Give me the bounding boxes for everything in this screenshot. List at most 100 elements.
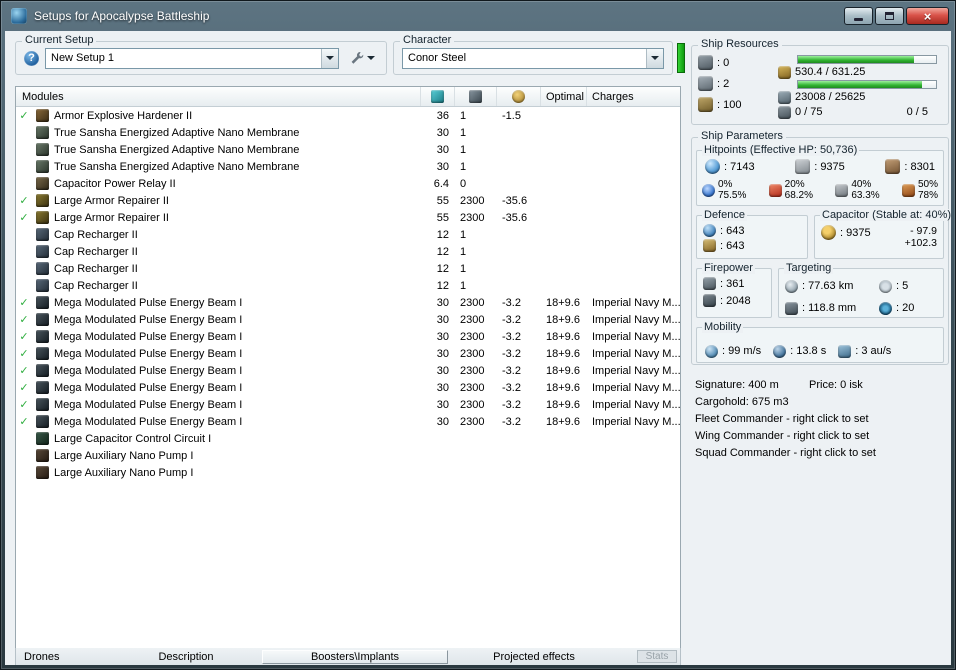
active-check-icon: ✓ [19, 212, 29, 224]
tab-drones[interactable]: Drones [16, 651, 112, 663]
module-charges-value: Imperial Navy M... [592, 415, 680, 428]
module-cpu-value: 12 [436, 262, 449, 275]
defence-group: Defence : 643 : 643 [696, 209, 808, 259]
close-button[interactable]: × [906, 7, 949, 25]
shield-recharge-icon [703, 224, 716, 237]
em-armor-resist: 75.5% [718, 190, 747, 201]
module-row[interactable]: Capacitor Power Relay II 6.4 0 [16, 175, 680, 192]
column-cpu[interactable] [420, 87, 454, 106]
hull-hp-value: : 8301 [904, 160, 935, 173]
capacitor-label: Capacitor (Stable at: 40%) [820, 209, 951, 221]
launcher-hardpoints-icon [698, 76, 713, 91]
wing-commander-hint[interactable]: Wing Commander - right click to set [695, 428, 945, 445]
chevron-down-icon [651, 56, 659, 60]
module-row[interactable]: True Sansha Energized Adaptive Nano Memb… [16, 158, 680, 175]
minimize-button[interactable] [844, 7, 873, 25]
setup-dropdown-button[interactable] [321, 48, 338, 68]
calibration-icon [698, 97, 713, 112]
character-label: Character [400, 34, 455, 46]
cpu-bar [797, 55, 937, 64]
column-modules[interactable]: Modules [16, 87, 420, 106]
ship-parameters-label: Ship Parameters [698, 130, 786, 142]
module-icon [32, 466, 52, 479]
tab-projected-effects[interactable]: Projected effects [450, 651, 618, 663]
column-charges[interactable]: Charges [586, 87, 680, 106]
chevron-down-icon [326, 56, 334, 60]
module-row[interactable]: ✓ Large Armor Repairer II 55 2300 -35.6 [16, 209, 680, 226]
module-powergrid-value: 2300 [460, 415, 485, 428]
module-row[interactable]: True Sansha Energized Adaptive Nano Memb… [16, 141, 680, 158]
column-capacitor[interactable] [496, 87, 540, 106]
defence-label: Defence [702, 209, 747, 221]
module-row[interactable]: Cap Recharger II 12 1 [16, 226, 680, 243]
module-row[interactable]: ✓ Mega Modulated Pulse Energy Beam I 30 … [16, 294, 680, 311]
tab-boosters-implants[interactable]: Boosters\Implants [262, 649, 448, 664]
mobility-group: Mobility : 99 m/s : 13.8 s : 3 au/s [696, 321, 944, 363]
module-row[interactable]: Large Auxiliary Nano Pump I [16, 447, 680, 464]
module-cpu-value: 30 [436, 415, 449, 428]
module-row[interactable]: ✓ Mega Modulated Pulse Energy Beam I 30 … [16, 362, 680, 379]
module-cpu-value: 12 [436, 245, 449, 258]
powergrid-bar-fill [798, 81, 923, 88]
module-icon [32, 279, 52, 292]
tab-description[interactable]: Description [112, 651, 260, 663]
maximize-icon [885, 12, 894, 20]
bottom-tab-bar: Drones Description Boosters\Implants Pro… [15, 648, 681, 665]
module-row[interactable]: ✓ Mega Modulated Pulse Energy Beam I 30 … [16, 345, 680, 362]
character-dropdown-button[interactable] [646, 48, 663, 68]
module-row[interactable]: ✓ Armor Explosive Hardener II 36 1 -1.5 [16, 107, 680, 124]
module-name: Large Auxiliary Nano Pump I [54, 466, 194, 479]
capacitor-amount: : 9375 [840, 226, 871, 239]
align-time-value: : 13.8 s [790, 345, 827, 357]
squad-commander-hint[interactable]: Squad Commander - right click to set [695, 445, 945, 462]
module-row[interactable]: Large Capacitor Control Circuit I [16, 430, 680, 447]
module-name: Cap Recharger II [54, 228, 138, 241]
column-optimal[interactable]: Optimal [540, 87, 586, 106]
module-row[interactable]: ✓ Mega Modulated Pulse Energy Beam I 30 … [16, 413, 680, 430]
setup-select[interactable]: New Setup 1 [45, 47, 339, 69]
module-charges-value: Imperial Navy M... [592, 398, 680, 411]
module-name: Mega Modulated Pulse Energy Beam I [54, 330, 243, 343]
drone-bay-icon [778, 105, 791, 119]
fleet-commander-hint[interactable]: Fleet Commander - right click to set [695, 411, 945, 428]
module-row[interactable]: Large Auxiliary Nano Pump I [16, 464, 680, 481]
module-row[interactable]: True Sansha Energized Adaptive Nano Memb… [16, 124, 680, 141]
module-row[interactable]: ✓ Mega Modulated Pulse Energy Beam I 30 … [16, 396, 680, 413]
cpu-bar-fill [798, 56, 914, 63]
module-row[interactable]: Cap Recharger II 12 1 [16, 277, 680, 294]
maximize-button[interactable] [875, 7, 904, 25]
close-icon: × [923, 8, 932, 24]
module-row[interactable]: Cap Recharger II 12 1 [16, 260, 680, 277]
active-check-icon: ✓ [19, 331, 29, 343]
module-icon [32, 381, 52, 394]
character-skill-indicator [677, 43, 685, 73]
module-row[interactable]: ✓ Large Armor Repairer II 55 2300 -35.6 [16, 192, 680, 209]
stats-button-disabled: Stats [637, 650, 677, 663]
module-row[interactable]: ✓ Mega Modulated Pulse Energy Beam I 30 … [16, 311, 680, 328]
character-select[interactable]: Conor Steel [402, 47, 664, 69]
module-optimal-value: 18+9.6 [546, 330, 580, 343]
module-optimal-value: 18+9.6 [546, 347, 580, 360]
module-optimal-value: 18+9.6 [546, 381, 580, 394]
module-row[interactable]: ✓ Mega Modulated Pulse Energy Beam I 30 … [16, 379, 680, 396]
module-row[interactable]: Cap Recharger II 12 1 [16, 243, 680, 260]
module-powergrid-value: 2300 [460, 313, 485, 326]
active-check-icon: ✓ [19, 195, 29, 207]
thermal-shield-resist: 20% [784, 179, 805, 190]
title-bar[interactable]: Setups for Apocalypse Battleship × [1, 1, 955, 31]
setup-tools-button[interactable] [345, 48, 378, 68]
module-row[interactable]: ✓ Mega Modulated Pulse Energy Beam I 30 … [16, 328, 680, 345]
column-powergrid[interactable] [454, 87, 496, 106]
module-icon [32, 432, 52, 445]
em-shield-resist: 0% [718, 179, 733, 190]
powergrid-icon [469, 90, 482, 103]
module-icon [32, 449, 52, 462]
help-icon[interactable]: ? [24, 50, 39, 66]
signature-value: Signature: 400 m [695, 379, 779, 391]
targeting-group: Targeting : 77.63 km : 5 : 118.8 mm : 20 [778, 262, 944, 318]
module-cap-value: -35.6 [502, 211, 528, 224]
align-time-icon [773, 344, 787, 358]
module-cpu-value: 30 [436, 160, 449, 173]
module-cpu-value: 30 [436, 398, 449, 411]
module-cap-value: -3.2 [502, 296, 521, 309]
